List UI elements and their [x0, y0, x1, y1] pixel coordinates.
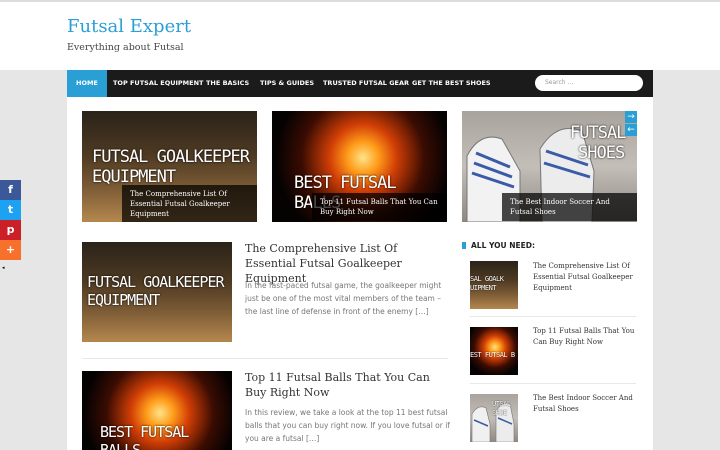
site-header: Futsal Expert Everything about Futsal — [0, 2, 720, 70]
nav-item-the-basics[interactable]: THE BASICS — [197, 70, 258, 97]
post-excerpt: In the fast-paced futsal game, the goalk… — [245, 281, 442, 316]
sidebar-title-marker — [462, 242, 466, 249]
sidebar-title: ALL YOU NEED: — [471, 241, 535, 250]
sidebar-item-link[interactable]: The Comprehensive List Of Essential Futs… — [533, 261, 637, 294]
main-nav: HOME TOP FUTSAL EQUIPMENT THE BASICS TIP… — [67, 70, 653, 97]
social-share-bar: f t p + — [0, 180, 21, 260]
post-thumb-text-line1: FUTSAL GOALKEEPER — [87, 273, 225, 291]
slide-image-text-line2: SHOES — [578, 143, 625, 163]
more-share-icon[interactable]: + — [0, 240, 21, 260]
nav-item-get-the-best-shoes[interactable]: GET THE BEST SHOES — [403, 70, 500, 97]
slider-prev-arrow-icon[interactable]: ← — [625, 124, 637, 136]
slide-image-text-line1: FUTSAL GOALKEEPER — [92, 147, 250, 167]
sidebar-thumbnail[interactable]: SAL GOALK UIPMENT — [470, 261, 518, 309]
sidebar-item-link[interactable]: The Best Indoor Soccer And Futsal Shoes — [533, 393, 637, 415]
sidebar-thumb-text-line1: SAL GOALK — [470, 275, 504, 283]
sidebar-divider — [470, 316, 636, 317]
sidebar-thumb-text: UTSAL SHOE — [492, 400, 511, 418]
post-thumb-text: BEST FUTSAL BALLS — [100, 423, 189, 450]
slide-image-text-line2: EQUIPMENT — [92, 167, 176, 187]
slide-image-text: FUTSAL GOALKEEPER EQUIPMENT — [92, 147, 250, 187]
twitter-share-icon[interactable]: t — [0, 200, 21, 220]
slider-next-arrow-icon[interactable]: → — [625, 111, 637, 123]
slide-caption[interactable]: Top 11 Futsal Balls That You Can Buy Rig… — [312, 193, 447, 221]
sidebar-thumbnail[interactable]: UTSAL SHOE — [470, 394, 518, 442]
nav-item-tips-guides[interactable]: TIPS & GUIDES — [251, 70, 323, 97]
facebook-share-icon[interactable]: f — [0, 180, 21, 200]
post-divider — [82, 358, 448, 359]
pinterest-share-icon[interactable]: p — [0, 220, 21, 240]
nav-item-home[interactable]: HOME — [67, 70, 107, 97]
slide-futsal-balls[interactable]: BEST FUTSAL BALLS Top 11 Futsal Balls Th… — [272, 111, 447, 222]
slide-goalkeeper-equipment[interactable]: FUTSAL GOALKEEPER EQUIPMENT The Comprehe… — [82, 111, 257, 222]
sidebar-thumbnail[interactable]: EST FUTSAL B — [470, 327, 518, 375]
sidebar-thumb-text-line2: UIPMENT — [470, 284, 497, 292]
share-bar-toggle-icon[interactable]: ◂ — [2, 265, 5, 271]
post-thumb-text: FUTSAL GOALKEEPER EQUIPMENT — [87, 273, 225, 309]
main-content: FUTSAL GOALKEEPER EQUIPMENT The Comprehe… — [67, 97, 653, 450]
search-input[interactable]: Search ... — [535, 75, 643, 91]
site-title[interactable]: Futsal Expert — [67, 16, 191, 37]
slide-image-text: FUTSAL SHOES — [570, 123, 626, 163]
post-thumbnail[interactable]: BEST FUTSAL BALLS — [82, 371, 232, 450]
sidebar-divider — [470, 383, 636, 384]
sidebar-thumb-text-line2: SHOE — [492, 409, 507, 417]
post-thumbnail[interactable]: FUTSAL GOALKEEPER EQUIPMENT — [82, 242, 232, 342]
slide-caption[interactable]: The Best Indoor Soccer And Futsal Shoes — [502, 193, 637, 221]
sidebar-item-link[interactable]: Top 11 Futsal Balls That You Can Buy Rig… — [533, 326, 637, 348]
post-thumb-text-line2: EQUIPMENT — [87, 291, 160, 309]
sidebar-thumb-text: EST FUTSAL B — [470, 351, 515, 359]
slide-image-text-line1: FUTSAL — [570, 123, 626, 143]
post-excerpt: In this review, we take a look at the to… — [245, 408, 450, 443]
site-tagline: Everything about Futsal — [67, 42, 184, 53]
slide-futsal-shoes[interactable]: FUTSAL SHOES The Best Indoor Soccer And … — [462, 111, 637, 222]
sidebar-thumb-text: SAL GOALK UIPMENT — [470, 275, 504, 293]
post-title[interactable]: Top 11 Futsal Balls That You Can Buy Rig… — [245, 370, 450, 400]
sidebar-thumb-text-line1: UTSAL — [492, 400, 511, 408]
slide-caption[interactable]: The Comprehensive List Of Essential Futs… — [122, 185, 257, 222]
